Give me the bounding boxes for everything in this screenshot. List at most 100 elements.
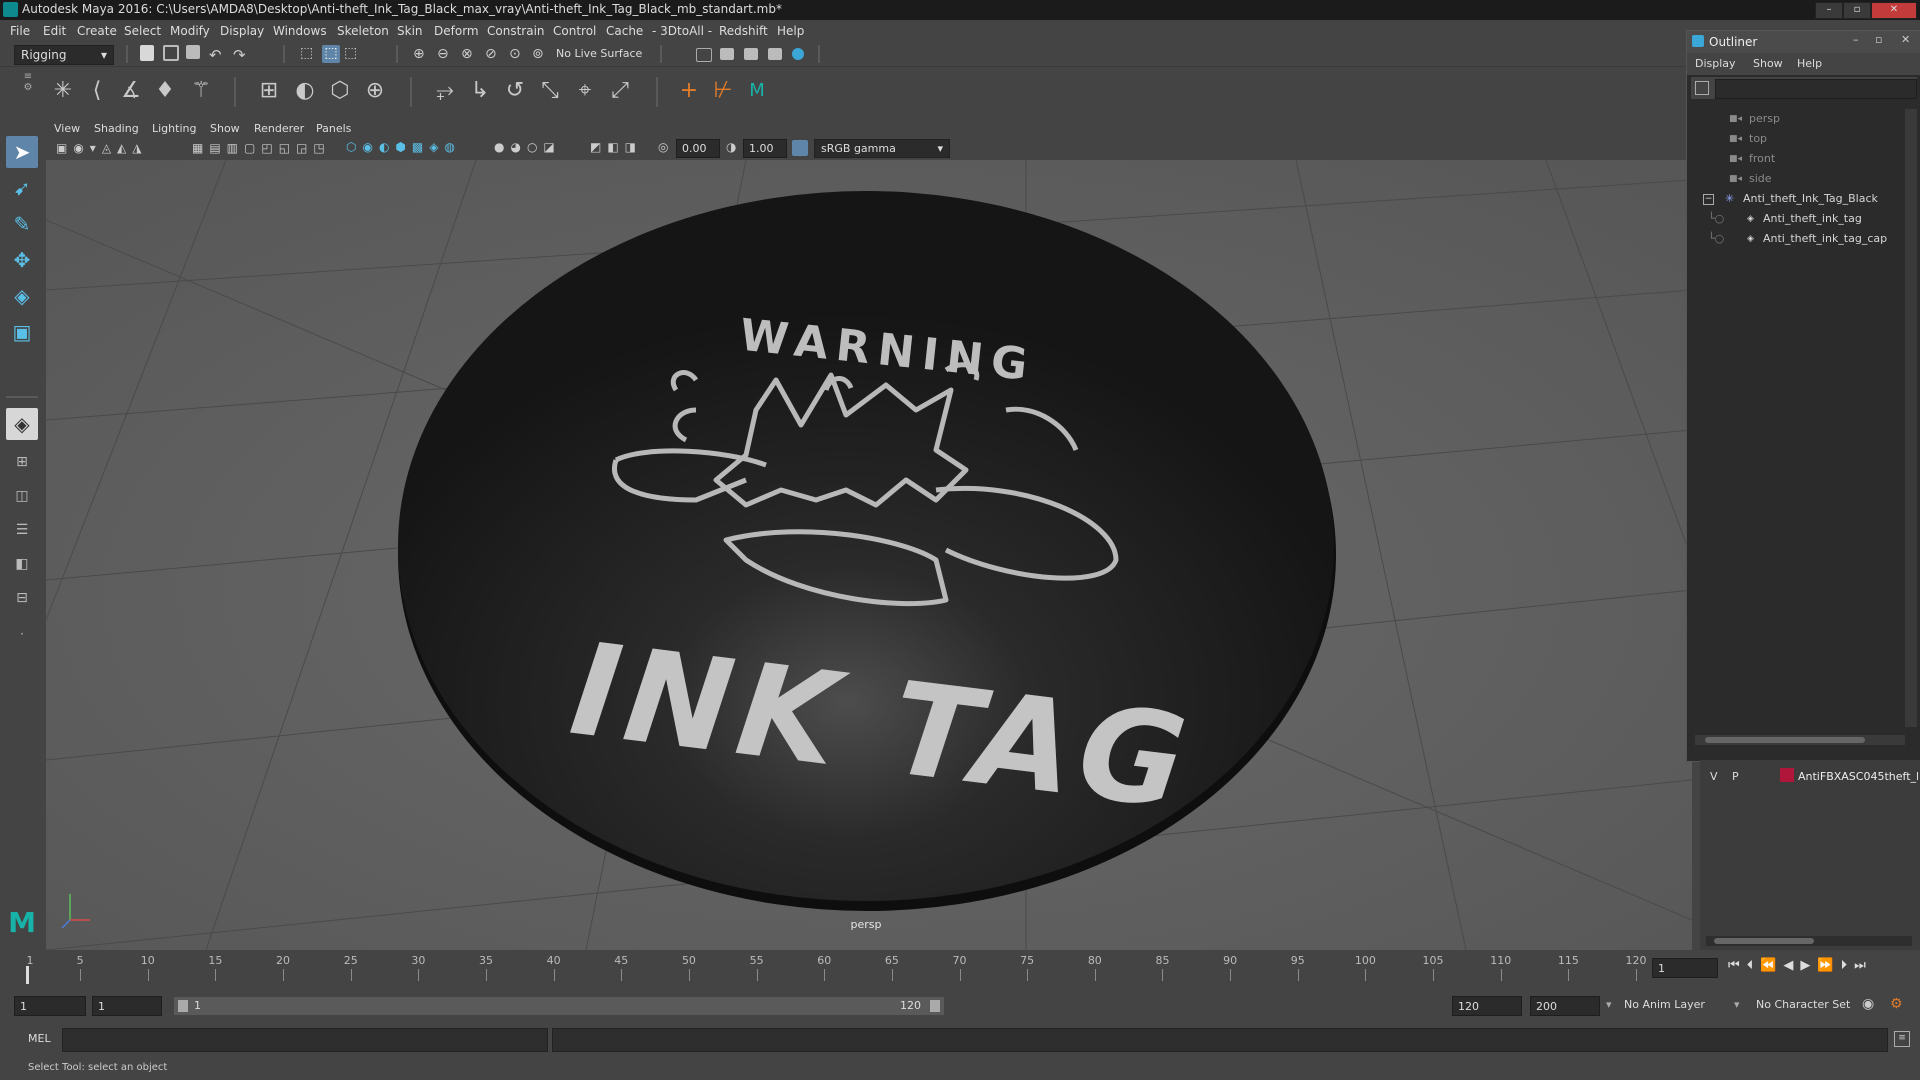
layer-horizontal-scrollbar[interactable] bbox=[1706, 936, 1912, 946]
joint-tool-icon[interactable]: ✳ bbox=[48, 76, 78, 106]
panel-menu-view[interactable]: View bbox=[54, 122, 80, 135]
outliner-layout-icon[interactable]: ☰ bbox=[6, 514, 38, 546]
open-scene-icon[interactable] bbox=[163, 45, 179, 61]
range-start-handle[interactable] bbox=[178, 1000, 188, 1012]
colorspace-dropdown[interactable]: sRGB gamma ▾ bbox=[814, 139, 950, 158]
select-by-object-icon[interactable]: ⬚ bbox=[322, 45, 340, 63]
outliner-filter-icon[interactable] bbox=[1695, 81, 1709, 95]
menu-create[interactable]: Create bbox=[77, 24, 117, 38]
outliner-maximize-button[interactable]: ▫ bbox=[1875, 33, 1882, 46]
outliner-item-front[interactable]: ■◂ front bbox=[1689, 149, 1909, 169]
render-frame-icon[interactable] bbox=[720, 48, 734, 60]
outliner-search-input[interactable] bbox=[1715, 79, 1917, 99]
outliner-close-button[interactable]: ✕ bbox=[1901, 33, 1910, 46]
range-end-handle[interactable] bbox=[930, 1000, 940, 1012]
outliner-item-top[interactable]: ■◂ top bbox=[1689, 129, 1909, 149]
locator-icon[interactable]: + bbox=[674, 76, 704, 106]
outliner-menu-display[interactable]: Display bbox=[1695, 57, 1736, 70]
color-management-icon[interactable] bbox=[792, 140, 808, 156]
viewport-persp[interactable]: WARNING INK TAG persp bbox=[46, 160, 1692, 950]
menu-windows[interactable]: Windows bbox=[273, 24, 327, 38]
menu-display[interactable]: Display bbox=[220, 24, 264, 38]
snap-vertex-icon[interactable]: ⊚ bbox=[532, 46, 544, 62]
single-pane-layout-icon[interactable]: ◈ bbox=[6, 408, 38, 440]
ik-spline-icon[interactable]: ♦ bbox=[150, 76, 180, 106]
outliner-item-persp[interactable]: ■◂ persp bbox=[1689, 109, 1909, 129]
point-constraint-icon[interactable]: ⥅ bbox=[430, 76, 460, 106]
select-by-hierarchy-icon[interactable]: ⬚ bbox=[300, 45, 318, 63]
current-time-indicator[interactable] bbox=[26, 966, 29, 984]
camera-tools-icons[interactable]: ▣◉▾◬◭◮ bbox=[56, 141, 148, 155]
snap-view-icon[interactable]: ⊘ bbox=[485, 46, 497, 62]
end-frame-field[interactable]: 200 bbox=[1530, 996, 1600, 1016]
command-input[interactable] bbox=[62, 1028, 548, 1052]
menu-cache[interactable]: Cache bbox=[606, 24, 643, 38]
scale-constraint-icon[interactable]: ⤡ bbox=[535, 76, 565, 106]
maya-m-icon[interactable]: M bbox=[742, 76, 772, 106]
menu-edit[interactable]: Edit bbox=[43, 24, 66, 38]
outliner-vertical-scrollbar[interactable] bbox=[1905, 109, 1917, 727]
display-toggle-icons[interactable]: ▦▤▥▢◰◱◲◳ bbox=[192, 141, 331, 155]
outliner-item-side[interactable]: ■◂ side bbox=[1689, 169, 1909, 189]
ipr-render-icon[interactable] bbox=[744, 48, 758, 60]
menu-deform[interactable]: Deform bbox=[434, 24, 479, 38]
skeleton-icon[interactable]: ⚚ bbox=[186, 76, 216, 106]
gamma-field[interactable]: 1.00 bbox=[743, 139, 787, 158]
ik-handle-icon[interactable]: ∡ bbox=[116, 76, 146, 106]
minimize-button[interactable]: – bbox=[1815, 2, 1843, 19]
mel-label[interactable]: MEL bbox=[28, 1032, 51, 1045]
panel-menu-renderer[interactable]: Renderer bbox=[254, 122, 304, 135]
menu-control[interactable]: Control bbox=[553, 24, 596, 38]
outliner-scroll-thumb[interactable] bbox=[1705, 737, 1865, 743]
snap-curve-icon[interactable]: ⊖ bbox=[437, 46, 449, 62]
outliner-minimize-button[interactable]: – bbox=[1853, 33, 1859, 46]
cluster-icon[interactable]: ⊕ bbox=[360, 76, 390, 106]
outliner-menu-show[interactable]: Show bbox=[1753, 57, 1783, 70]
shelf-options-icon[interactable]: ≡ ⚙ bbox=[16, 71, 40, 111]
chevron-down-icon[interactable]: ▾ bbox=[1734, 998, 1740, 1011]
outliner-item-ink-tag-cap[interactable]: └○ ◈ Anti_theft_ink_tag_cap bbox=[1689, 229, 1909, 249]
select-tool-icon[interactable]: ➤ bbox=[6, 136, 38, 168]
menu-skin[interactable]: Skin bbox=[397, 24, 423, 38]
new-scene-icon[interactable] bbox=[140, 45, 154, 61]
menuset-dropdown[interactable]: Rigging ▾ bbox=[14, 45, 114, 65]
auto-key-icon[interactable]: ◉ bbox=[1862, 996, 1874, 1012]
menu-file[interactable]: File bbox=[10, 24, 30, 38]
save-scene-icon[interactable] bbox=[186, 45, 200, 59]
cluster-handle-icon[interactable]: ⊬ bbox=[708, 76, 738, 106]
outliner-horizontal-scrollbar[interactable] bbox=[1695, 735, 1905, 745]
menu-skeleton[interactable]: Skeleton bbox=[337, 24, 389, 38]
time-ruler[interactable]: 1 5 10 15 20 25 30 35 40 45 50 55 60 65 70 75 80 85 90 95 10… bbox=[24, 952, 1647, 986]
chevron-down-icon[interactable]: ▾ bbox=[1606, 998, 1612, 1011]
layer-scroll-thumb[interactable] bbox=[1714, 938, 1814, 944]
range-slider[interactable]: 1 120 bbox=[174, 997, 944, 1015]
undo-icon[interactable]: ↶ bbox=[209, 46, 222, 64]
menu-modify[interactable]: Modify bbox=[170, 24, 210, 38]
anim-prefs-icon[interactable]: ⚙ bbox=[1890, 996, 1903, 1012]
menu-3dtoall[interactable]: - 3DtoAll - bbox=[652, 24, 712, 38]
menu-constrain[interactable]: Constrain bbox=[487, 24, 545, 38]
paint-select-icon[interactable]: ✎ bbox=[6, 208, 38, 240]
shading-mode-icons[interactable]: ⬡◉◐⬢▩◈◍ bbox=[346, 140, 461, 154]
snap-surface-icon[interactable]: ⊙ bbox=[509, 46, 521, 62]
script-editor-icon[interactable]: ≡ bbox=[1894, 1031, 1910, 1047]
menu-select[interactable]: Select bbox=[124, 24, 161, 38]
scale-tool-icon[interactable]: ▣ bbox=[6, 316, 38, 348]
render-settings-icon[interactable] bbox=[696, 48, 712, 62]
character-set-label[interactable]: No Character Set bbox=[1756, 998, 1850, 1011]
start-frame-field[interactable]: 1 bbox=[14, 996, 86, 1016]
layer-playback-toggle[interactable]: P bbox=[1732, 770, 1746, 783]
rotate-tool-icon[interactable]: ◈ bbox=[6, 280, 38, 312]
move-tool-icon[interactable]: ✥ bbox=[6, 244, 38, 276]
layer-name[interactable]: AntiFBXASC045theft_In bbox=[1798, 770, 1918, 783]
panel-menu-lighting[interactable]: Lighting bbox=[152, 122, 196, 135]
render-view-icon[interactable] bbox=[768, 48, 782, 60]
outliner-menu-help[interactable]: Help bbox=[1797, 57, 1822, 70]
insert-joint-icon[interactable]: ⟨ bbox=[82, 76, 112, 106]
playback-controls[interactable]: ⏮⏴⏪◀▶⏩⏵⏭ bbox=[1728, 958, 1873, 973]
snap-point-icon[interactable]: ⊗ bbox=[461, 46, 473, 62]
playback-end-field[interactable]: 120 bbox=[1452, 996, 1522, 1016]
aim-constraint-icon[interactable]: ↳ bbox=[465, 76, 495, 106]
layer-color-swatch[interactable] bbox=[1780, 768, 1794, 782]
layer-visibility-toggle[interactable]: V bbox=[1710, 770, 1724, 783]
